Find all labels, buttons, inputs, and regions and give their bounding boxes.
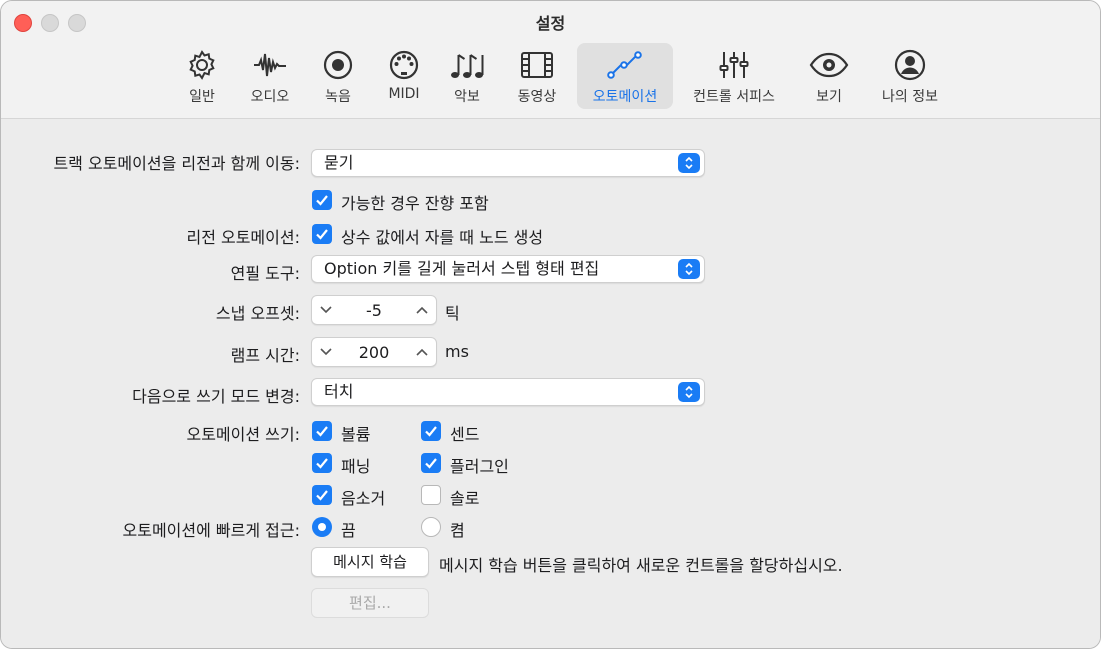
tab-audio[interactable]: 오디오	[241, 43, 299, 109]
updown-arrows-icon	[678, 153, 700, 173]
create-nodes-checkbox[interactable]	[312, 224, 332, 244]
tab-automation[interactable]: 오토메이션	[577, 43, 673, 109]
include-tail-checkbox[interactable]	[312, 190, 332, 210]
checkmark-icon	[316, 458, 328, 469]
decrement-chevron-icon[interactable]	[312, 338, 340, 366]
popup-value: Option 키를 길게 눌러서 스텝 형태 편집	[324, 259, 600, 278]
tab-score[interactable]: 악보	[441, 43, 493, 109]
tab-label: 컨트롤 서피스	[693, 89, 775, 105]
tab-midi[interactable]: MIDI	[377, 43, 431, 109]
write-mute-checkbox[interactable]	[312, 485, 332, 505]
updown-arrows-icon	[678, 259, 700, 279]
tab-control-surfaces[interactable]: 컨트롤 서피스	[685, 43, 783, 109]
pencil-tool-label: 연필 도구:	[230, 264, 300, 283]
increment-chevron-icon[interactable]	[408, 338, 436, 366]
tab-label: 녹음	[325, 89, 351, 105]
checkmark-icon	[425, 426, 437, 437]
learn-message-hint: 메시지 학습 버튼을 클릭하여 새로운 컨트롤을 할당하십시오.	[439, 556, 843, 575]
quick-access-off-label: 끔	[341, 521, 356, 540]
popup-value: 터치	[324, 382, 354, 401]
write-pan-checkbox[interactable]	[312, 453, 332, 473]
write-volume-checkbox[interactable]	[312, 421, 332, 441]
quick-access-off-radio[interactable]	[312, 517, 332, 537]
tab-label: 악보	[454, 89, 480, 105]
move-automation-popup[interactable]: 묻기	[311, 149, 705, 177]
write-send-checkbox[interactable]	[421, 421, 441, 441]
toolbar: 설정 일반 오디오 녹음 MIDI 악보 동영상 오토메이션 컨트롤 서피스 보…	[1, 1, 1100, 119]
tab-label: 오디오	[250, 89, 290, 105]
create-nodes-label: 상수 값에서 자를 때 노드 생성	[341, 228, 544, 247]
write-send-label: 센드	[450, 425, 480, 444]
write-plugin-checkbox[interactable]	[421, 453, 441, 473]
automation-write-label: 오토메이션 쓰기:	[186, 425, 300, 444]
checkmark-icon	[316, 490, 328, 501]
person-icon	[890, 47, 930, 83]
music-notes-icon	[447, 47, 487, 83]
ramp-time-unit: ms	[445, 342, 469, 361]
checkmark-icon	[425, 458, 437, 469]
tab-record[interactable]: 녹음	[311, 43, 365, 109]
tab-my-info[interactable]: 나의 정보	[871, 43, 949, 109]
write-plugin-label: 플러그인	[450, 457, 509, 476]
write-pan-label: 패닝	[341, 457, 371, 476]
move-automation-label: 트랙 오토메이션을 리전과 함께 이동:	[53, 154, 300, 173]
write-volume-label: 볼륨	[341, 425, 371, 444]
region-automation-label: 리전 오토메이션:	[186, 228, 300, 247]
ramp-time-label: 램프 시간:	[230, 346, 300, 365]
snap-offset-value[interactable]: -5	[340, 301, 408, 320]
pencil-tool-popup[interactable]: Option 키를 길게 눌러서 스텝 형태 편집	[311, 255, 705, 283]
checkmark-icon	[316, 426, 328, 437]
write-mute-label: 음소거	[341, 489, 386, 508]
quick-access-on-radio[interactable]	[421, 517, 441, 537]
tab-label: 동영상	[517, 89, 557, 105]
write-solo-checkbox[interactable]	[421, 485, 441, 505]
tab-movie[interactable]: 동영상	[505, 43, 569, 109]
quick-access-label: 오토메이션에 빠르게 접근:	[122, 521, 300, 540]
write-mode-change-label: 다음으로 쓰기 모드 변경:	[132, 387, 300, 406]
tab-label: 일반	[189, 89, 215, 105]
quick-access-on-label: 켬	[450, 521, 465, 540]
tab-label: 보기	[816, 89, 842, 105]
snap-offset-label: 스냅 오프셋:	[215, 304, 300, 323]
sliders-icon	[714, 47, 754, 83]
checkmark-icon	[316, 195, 328, 206]
learn-message-button[interactable]: 메시지 학습	[311, 547, 429, 577]
snap-offset-unit: 틱	[445, 304, 460, 323]
record-icon	[318, 47, 358, 83]
snap-offset-stepper[interactable]: -5	[311, 295, 437, 325]
increment-chevron-icon[interactable]	[408, 296, 436, 324]
checkmark-icon	[316, 229, 328, 240]
include-tail-label: 가능한 경우 잔향 포함	[341, 194, 489, 213]
settings-window: 설정 일반 오디오 녹음 MIDI 악보 동영상 오토메이션 컨트롤 서피스 보…	[0, 0, 1101, 649]
automation-curve-icon	[605, 47, 645, 83]
tab-label: 나의 정보	[882, 89, 938, 105]
tab-label: 오토메이션	[592, 89, 658, 105]
midi-icon	[384, 47, 424, 83]
write-solo-label: 솔로	[450, 489, 480, 508]
eye-icon	[809, 47, 849, 83]
ramp-time-stepper[interactable]: 200	[311, 337, 437, 367]
waveform-icon	[250, 47, 290, 83]
gear-icon	[182, 47, 222, 83]
popup-value: 묻기	[324, 153, 354, 172]
write-mode-change-popup[interactable]: 터치	[311, 378, 705, 406]
film-icon	[517, 47, 557, 83]
window-title: 설정	[535, 14, 566, 33]
automation-settings-pane: 트랙 오토메이션을 리전과 함께 이동: 묻기 가능한 경우 잔향 포함 리전 …	[1, 120, 1100, 648]
ramp-time-value[interactable]: 200	[340, 343, 408, 362]
decrement-chevron-icon[interactable]	[312, 296, 340, 324]
tab-view[interactable]: 보기	[801, 43, 857, 109]
tab-general[interactable]: 일반	[173, 43, 231, 109]
edit-button[interactable]: 편집...	[311, 588, 429, 618]
updown-arrows-icon	[678, 382, 700, 402]
tab-label: MIDI	[388, 86, 420, 102]
